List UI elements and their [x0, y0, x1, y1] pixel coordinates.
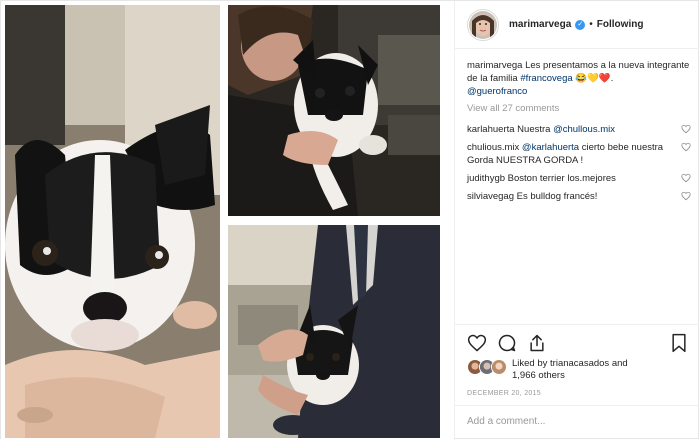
comment-mention[interactable]: @karlahuerta [522, 142, 579, 153]
comment-username[interactable]: chulious.mix [467, 142, 519, 153]
caption-hashtag[interactable]: #francovega [520, 73, 572, 84]
header-separator: • [589, 19, 593, 30]
likes-summary: Liked by trianacasados and 1,966 others [467, 355, 691, 381]
comment-item: judithygb Boston terrier los.mejores [467, 172, 691, 185]
liker-avatar [491, 359, 507, 375]
caption-mention[interactable]: @guerofranco [467, 86, 527, 97]
comment-username[interactable]: karlahuerta [467, 124, 515, 135]
post-media-collage[interactable] [1, 1, 454, 440]
likes-others[interactable]: 1,966 others [512, 370, 565, 381]
comment-item: karlahuerta Nuestra @chullous.mix [467, 123, 691, 136]
view-all-comments-link[interactable]: View all 27 comments [467, 102, 691, 115]
action-bar [455, 324, 699, 353]
likes-user[interactable]: trianacasados [550, 358, 609, 369]
comment-text: Es bulldog francés! [514, 191, 598, 202]
avatar-image [469, 10, 497, 39]
following-button[interactable]: Following [597, 19, 644, 30]
add-comment-input[interactable] [467, 416, 687, 427]
verified-badge-icon: ✓ [575, 19, 586, 30]
comment-like-heart-icon[interactable] [681, 191, 691, 201]
post-side-panel: marimarvega ✓ • Following marimarvega Le… [454, 1, 699, 440]
comment-like-heart-icon[interactable] [681, 173, 691, 183]
action-buttons [467, 333, 689, 355]
likes-prefix: Liked by [512, 358, 551, 369]
comment-text: Nuestra [514, 124, 554, 135]
comment-username[interactable]: silviavegag [467, 191, 514, 202]
comment-like-heart-icon[interactable] [681, 142, 691, 152]
photo-puppy-closeup [5, 5, 220, 438]
comment-like-heart-icon[interactable] [681, 124, 691, 134]
caption-emojis: 😂💛❤️. [572, 73, 614, 84]
header-username[interactable]: marimarvega [509, 19, 571, 30]
comment-item: chulious.mix @karlahuerta cierto bebe nu… [467, 141, 691, 167]
post-caption: marimarvega Les presentamos a la nueva i… [467, 59, 691, 98]
share-icon[interactable] [527, 333, 547, 353]
comment-icon[interactable] [497, 333, 517, 353]
comment-mention[interactable]: @chullous.mix [553, 124, 615, 135]
likes-suffix: and [609, 358, 628, 369]
photo-man-holding-puppy [228, 225, 440, 438]
photo-woman-holding-puppy [228, 5, 440, 216]
post-date[interactable]: DECEMBER 20, 2015 [467, 390, 541, 397]
profile-avatar[interactable] [467, 8, 499, 41]
likes-text: Liked by trianacasados and 1,966 others [512, 358, 692, 382]
bookmark-icon[interactable] [669, 333, 689, 353]
comment-username[interactable]: judithygb [467, 173, 505, 184]
post-header: marimarvega ✓ • Following [455, 1, 699, 49]
add-comment-bar [455, 405, 699, 440]
comments-section: marimarvega Les presentamos a la nueva i… [467, 59, 691, 208]
comment-text: Boston terrier los.mejores [505, 173, 616, 184]
caption-username[interactable]: marimarvega [467, 60, 522, 71]
heart-icon[interactable] [467, 333, 487, 353]
comment-item: silviavegag Es bulldog francés! [467, 190, 691, 203]
liker-avatars[interactable] [467, 359, 509, 375]
instagram-post: marimarvega ✓ • Following marimarvega Le… [0, 0, 699, 440]
